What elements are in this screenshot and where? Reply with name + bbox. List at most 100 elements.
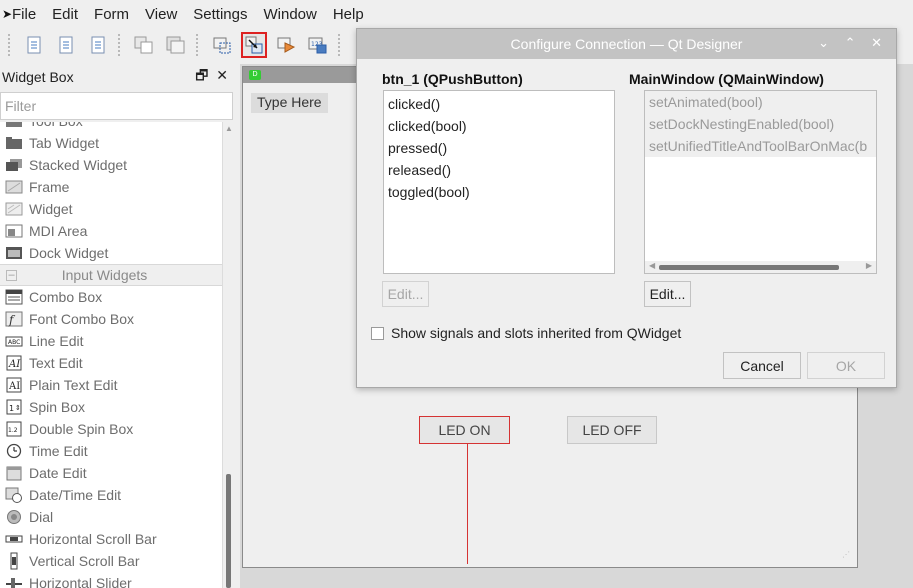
inherited-checkbox[interactable]	[371, 326, 384, 340]
widget-box-item[interactable]: Horizontal Scroll Bar	[0, 528, 222, 550]
widget-box-item[interactable]: Tab Widget	[0, 132, 222, 154]
save-form-icon[interactable]	[85, 32, 111, 58]
menu-type-here[interactable]: Type Here	[251, 93, 328, 113]
widget-box-item[interactable]: Time Edit	[0, 440, 222, 462]
scrollbar-thumb[interactable]	[659, 265, 839, 270]
mdi-area-icon	[4, 223, 24, 239]
toolbox-icon	[4, 122, 24, 129]
category-label: Input Widgets	[61, 267, 148, 283]
widget-box-item[interactable]: AI Text Edit	[0, 352, 222, 374]
menu-settings[interactable]: Settings	[185, 6, 255, 23]
menu-file[interactable]: File	[12, 6, 44, 23]
widget-box-item-label: Stacked Widget	[29, 157, 128, 173]
widget-box-list: Tool Box Tab Widget Stacked Widget Frame Wid…	[0, 122, 222, 588]
widget-box-item[interactable]: Date Edit	[0, 462, 222, 484]
scrollbar-thumb[interactable]	[226, 474, 231, 588]
slots-list[interactable]: setAnimated(bool) setDockNestingEnabled(…	[644, 90, 877, 274]
menu-help[interactable]: Help	[325, 6, 372, 23]
widget-box-item-label: MDI Area	[29, 223, 88, 239]
scroll-up-icon[interactable]: ▲	[225, 124, 233, 133]
receiver-label: MainWindow (QMainWindow)	[629, 71, 824, 87]
category-input-widgets[interactable]: – Input Widgets	[0, 264, 222, 286]
inherited-checkbox-row[interactable]: Show signals and slots inherited from QW…	[371, 325, 681, 341]
plain-text-edit-icon: AI	[4, 377, 24, 393]
slot-item[interactable]: setUnifiedTitleAndToolBarOnMac(b	[645, 135, 876, 157]
svg-text:AI: AI	[8, 359, 21, 370]
menu-edit[interactable]: Edit	[44, 6, 86, 23]
widget-box-item[interactable]: Stacked Widget	[0, 154, 222, 176]
widget-box-item[interactable]: Frame	[0, 176, 222, 198]
edit-widgets-icon[interactable]	[209, 32, 235, 58]
widget-box-item[interactable]: Date/Time Edit	[0, 484, 222, 506]
horizontal-slider-icon	[4, 575, 24, 588]
collapse-icon[interactable]: –	[6, 269, 17, 281]
menu-window[interactable]: Window	[255, 6, 324, 23]
widget-box-item-label: Dial	[29, 509, 54, 525]
edit-slots-button[interactable]: Edit...	[644, 281, 691, 307]
widget-box-item[interactable]: Vertical Scroll Bar	[0, 550, 222, 572]
signal-item[interactable]: clicked(bool)	[384, 115, 614, 137]
widget-box-item-label: Vertical Scroll Bar	[29, 553, 140, 569]
widget-box-item[interactable]: 1 ⇕ Spin Box	[0, 396, 222, 418]
size-grip-icon[interactable]: ⋰	[842, 550, 850, 559]
frame-icon	[4, 179, 24, 195]
toolbar-separator	[196, 34, 202, 56]
widget-box-item[interactable]: MDI Area	[0, 220, 222, 242]
menu-bar: ➤ File Edit Form View Settings Window He…	[0, 0, 913, 28]
widget-box-item[interactable]: Tool Box	[0, 122, 222, 132]
widget-box-item[interactable]: Combo Box	[0, 286, 222, 308]
widget-box-item-label: Widget	[29, 201, 73, 217]
widget-box-item[interactable]: Dock Widget	[0, 242, 222, 264]
copy-icon[interactable]	[131, 32, 157, 58]
widget-box-item-label: Spin Box	[29, 399, 86, 415]
paste-icon[interactable]	[163, 32, 189, 58]
edit-signals-slots-icon[interactable]	[241, 32, 267, 58]
scroll-left-icon[interactable]: ◀	[649, 261, 655, 270]
signals-list[interactable]: clicked() clicked(bool) pressed() releas…	[383, 90, 615, 274]
menu-view[interactable]: View	[137, 6, 185, 23]
spin-box-icon: 1 ⇕	[4, 399, 24, 415]
widget-box-item[interactable]: Horizontal Slider	[0, 572, 222, 588]
widget-box-item-label: Tab Widget	[29, 135, 100, 151]
font-combo-box-icon: f	[4, 311, 24, 327]
widget-box-item-label: Frame	[29, 179, 70, 195]
signal-item[interactable]: clicked()	[384, 93, 614, 115]
filter-input[interactable]: Filter	[0, 92, 233, 120]
slot-item[interactable]: setDockNestingEnabled(bool)	[645, 113, 876, 135]
widget-box-item-label: Combo Box	[29, 289, 103, 305]
scroll-right-icon[interactable]: ▶	[866, 261, 872, 270]
menu-form[interactable]: Form	[86, 6, 137, 23]
cancel-button[interactable]: Cancel	[723, 352, 801, 379]
signal-item[interactable]: released()	[384, 159, 614, 181]
text-edit-icon: AI	[4, 355, 24, 371]
widget-box-item-label: Date/Time Edit	[29, 487, 122, 503]
led-on-button[interactable]: LED ON	[419, 416, 510, 444]
dialog-titlebar: Configure Connection — Qt Designer ⌄ ⌃ ✕	[357, 29, 896, 59]
new-form-icon[interactable]	[21, 32, 47, 58]
edit-tab-order-icon[interactable]: 123	[305, 32, 331, 58]
dial-icon	[4, 509, 24, 525]
widget-box-item[interactable]: 1.2 Double Spin Box	[0, 418, 222, 440]
open-form-icon[interactable]	[53, 32, 79, 58]
svg-text:⇕: ⇕	[15, 404, 21, 412]
widget-box-item[interactable]: ABC Line Edit	[0, 330, 222, 352]
widget-box-item[interactable]: AI Plain Text Edit	[0, 374, 222, 396]
slots-horizontal-scrollbar[interactable]: ◀ ▶	[645, 261, 876, 273]
widget-icon	[4, 201, 24, 217]
widget-box-item[interactable]: f Font Combo Box	[0, 308, 222, 330]
signal-item[interactable]: toggled(bool)	[384, 181, 614, 203]
edit-signals-button[interactable]: Edit...	[382, 281, 429, 307]
signal-item[interactable]: pressed()	[384, 137, 614, 159]
widget-box-item-label: Date Edit	[29, 465, 87, 481]
ok-button[interactable]: OK	[807, 352, 885, 379]
slot-item[interactable]: setAnimated(bool)	[645, 91, 876, 113]
edit-buddies-icon[interactable]	[273, 32, 299, 58]
widget-box-item[interactable]: Widget	[0, 198, 222, 220]
widget-box-item[interactable]: Dial	[0, 506, 222, 528]
widget-box-scrollbar[interactable]: ▲	[222, 122, 234, 588]
dock-float-close-icon[interactable]: 🗗 ✕	[195, 65, 230, 89]
svg-text:1.2: 1.2	[8, 427, 18, 434]
led-off-button[interactable]: LED OFF	[567, 416, 657, 444]
widget-box-item-label: Time Edit	[29, 443, 88, 459]
window-controls-icon[interactable]: ⌄ ⌃ ✕	[818, 35, 888, 51]
